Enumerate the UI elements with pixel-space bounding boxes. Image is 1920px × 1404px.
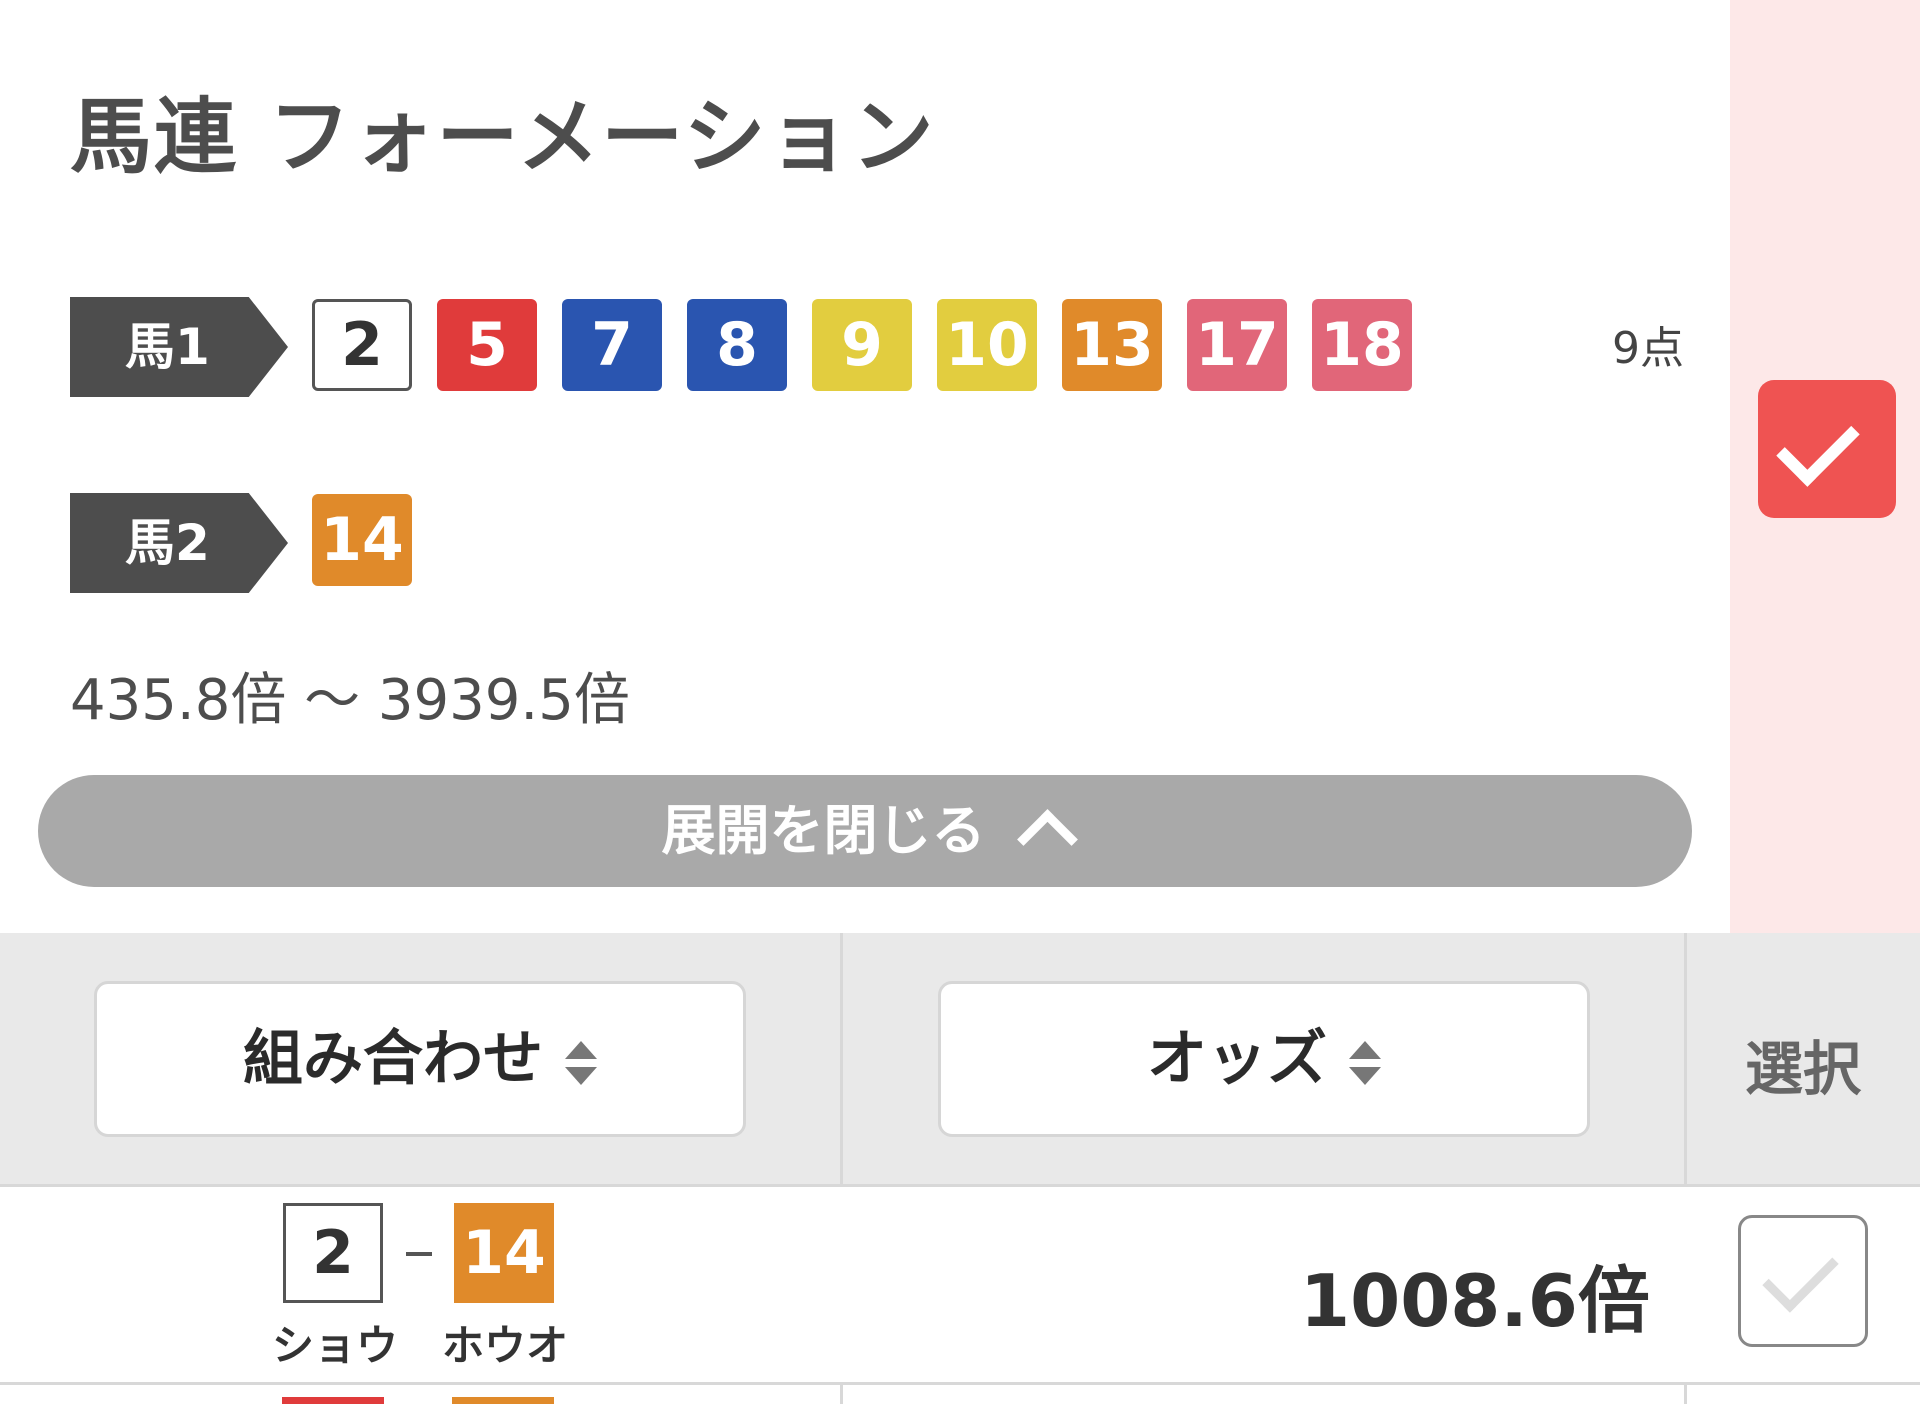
horse1-number-8: 8 bbox=[687, 299, 787, 391]
next-row-chip bbox=[452, 1397, 554, 1404]
sort-icon bbox=[1349, 1041, 1381, 1087]
odds-header-label: オッズ bbox=[1147, 1024, 1327, 1094]
combo-second-kana: ホウオ bbox=[442, 1321, 569, 1370]
select-header: 選択 bbox=[1744, 1035, 1861, 1103]
sort-icon bbox=[565, 1041, 597, 1087]
bet-selected-checkbox[interactable] bbox=[1758, 380, 1896, 518]
check-icon bbox=[1776, 403, 1860, 487]
combo-dash bbox=[406, 1252, 432, 1256]
collapse-button[interactable]: 展開を閉じる bbox=[38, 775, 1692, 887]
combo-first-kana: ショウ bbox=[272, 1321, 399, 1370]
horse1-number-13: 13 bbox=[1062, 299, 1162, 391]
bet-summary-main: 馬連 フォーメーション 馬1 2 5 7 8 9 10 13 17 18 9点 … bbox=[0, 0, 1730, 933]
sort-odds-button[interactable]: オッズ bbox=[938, 981, 1590, 1137]
table-header: 組み合わせ オッズ bbox=[0, 933, 1920, 1187]
next-row-chip bbox=[282, 1397, 384, 1404]
row-odds: 1008.6倍 bbox=[1300, 1259, 1650, 1343]
odds-range: 435.8倍 ～ 3939.5倍 bbox=[70, 668, 630, 733]
collapse-label: 展開を閉じる bbox=[661, 799, 986, 862]
row-divider bbox=[0, 1382, 1920, 1385]
horse2-label: 馬2 bbox=[70, 493, 288, 593]
horse1-number-7: 7 bbox=[562, 299, 662, 391]
chevron-up-icon bbox=[1016, 809, 1078, 870]
horse1-number-9: 9 bbox=[812, 299, 912, 391]
sort-combination-button[interactable]: 組み合わせ bbox=[94, 981, 746, 1137]
horse1-number-5: 5 bbox=[437, 299, 537, 391]
bet-summary-card: 馬連 フォーメーション 馬1 2 5 7 8 9 10 13 17 18 9点 … bbox=[0, 0, 1920, 933]
horse1-number-18: 18 bbox=[1312, 299, 1412, 391]
points-count: 9点 bbox=[1612, 323, 1684, 374]
combo-first-number: 2 bbox=[283, 1203, 383, 1303]
page-title: 馬連 フォーメーション bbox=[70, 90, 936, 185]
row-select-checkbox[interactable] bbox=[1738, 1215, 1868, 1347]
horse1-number-2: 2 bbox=[312, 299, 412, 391]
horse1-label: 馬1 bbox=[70, 297, 288, 397]
check-icon bbox=[1762, 1236, 1839, 1313]
horse1-number-17: 17 bbox=[1187, 299, 1287, 391]
combination-header-label: 組み合わせ bbox=[243, 1024, 543, 1094]
horse2-number-14: 14 bbox=[312, 494, 412, 586]
combo-second-number: 14 bbox=[454, 1203, 554, 1303]
horse1-number-10: 10 bbox=[937, 299, 1037, 391]
